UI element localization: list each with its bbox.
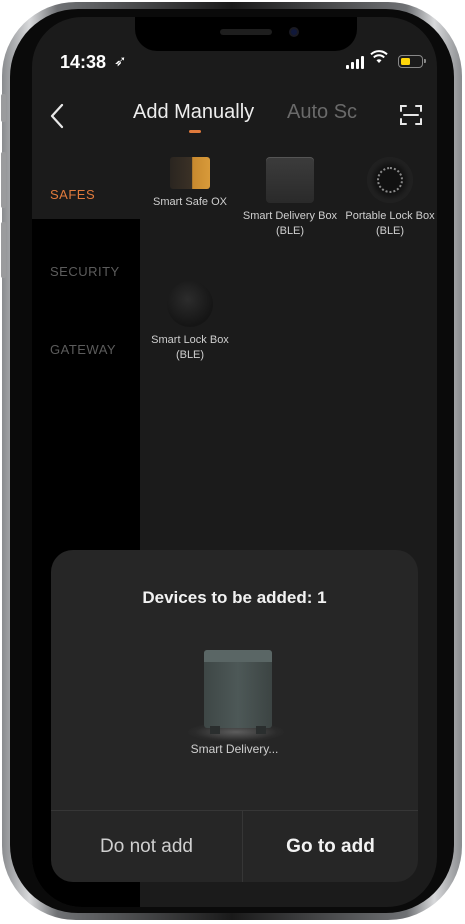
speaker [220, 29, 272, 35]
device-label: Smart Lock Box (BLE) [151, 334, 229, 361]
sidebar-item-security[interactable]: SECURITY [50, 264, 120, 279]
device-item-smart-lock-box[interactable]: Smart Lock Box (BLE) [142, 281, 238, 363]
smart-lock-box-icon [167, 281, 213, 327]
device-label: Portable Lock Box (BLE) [345, 210, 435, 237]
portable-lock-box-icon [367, 157, 413, 203]
tab-add-manually[interactable]: Add Manually [133, 101, 254, 124]
volume-down-button [1, 222, 6, 278]
mute-switch [1, 94, 6, 122]
wifi-icon [370, 49, 388, 69]
delivery-box-icon [204, 650, 272, 734]
pending-device-image[interactable] [188, 650, 284, 742]
device-label: Smart Safe OX [153, 196, 227, 208]
device-item-smart-delivery-box[interactable]: Smart Delivery Box (BLE) [242, 157, 338, 239]
screen: 14:38 ➶ Add Manually Auto Sc SAFES SECUR… [32, 17, 437, 907]
cellular-signal-icon [346, 55, 364, 69]
pending-device-label: Smart Delivery... [190, 742, 279, 756]
do-not-add-button[interactable]: Do not add [51, 811, 242, 882]
tab-auto-scan[interactable]: Auto Sc [287, 101, 357, 124]
device-item-portable-lock-box[interactable]: Portable Lock Box (BLE) [342, 157, 437, 239]
delivery-box-icon [266, 157, 314, 203]
status-time: 14:38 [60, 52, 107, 72]
notch [135, 17, 357, 51]
chevron-left-icon[interactable] [50, 103, 64, 134]
scan-frame-icon[interactable] [399, 103, 423, 127]
device-label: Smart Delivery Box (BLE) [242, 210, 338, 237]
devices-to-add-sheet: Devices to be added: 1 Smart Delivery...… [51, 550, 418, 882]
sheet-title: Devices to be added: 1 [142, 588, 327, 607]
nav-bar: Add Manually Auto Sc [32, 97, 437, 137]
tab-active-indicator [189, 130, 201, 133]
front-camera [289, 27, 299, 37]
battery-icon [398, 55, 426, 68]
go-to-add-button[interactable]: Go to add [243, 811, 418, 882]
location-arrow-icon: ➶ [114, 53, 127, 70]
volume-up-button [1, 152, 6, 208]
phone-frame: 14:38 ➶ Add Manually Auto Sc SAFES SECUR… [1, 2, 462, 920]
smart-safe-icon [170, 157, 210, 189]
sidebar-item-safes[interactable]: SAFES [50, 187, 95, 202]
sidebar-item-gateway[interactable]: GATEWAY [50, 342, 116, 357]
device-item-smart-safe-ox[interactable]: Smart Safe OX [142, 157, 238, 210]
